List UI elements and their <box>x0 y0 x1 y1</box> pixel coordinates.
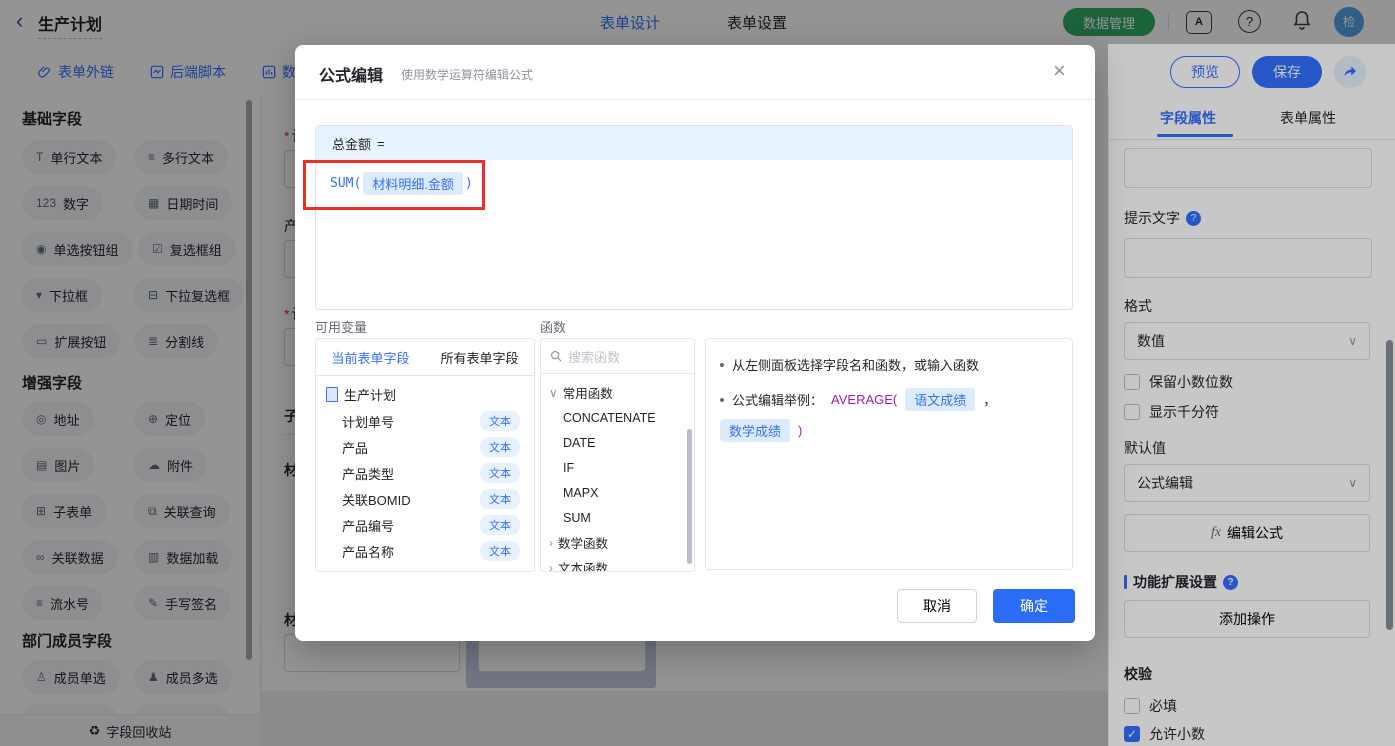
form-doc-icon <box>326 387 338 402</box>
example-close-paren: ) <box>798 423 803 438</box>
type-tag: 文本 <box>480 463 520 483</box>
close-icon[interactable]: × <box>1053 58 1066 84</box>
chevron-right-icon: › <box>549 535 553 550</box>
app-root: ‹ 生产计划 表单设计 表单设置 数据管理 A ? 检 表单外链 后端脚本 数据… <box>0 0 1395 746</box>
tab-current-form-fields[interactable]: 当前表单字段 <box>316 348 425 367</box>
bullet-dot <box>720 397 724 402</box>
function-group-math[interactable]: › 数学函数 <box>541 530 694 555</box>
variable-item[interactable]: 计划单号 文本 <box>316 408 534 434</box>
confirm-button[interactable]: 确定 <box>993 589 1075 623</box>
variable-item[interactable]: 产品名称 文本 <box>316 538 534 564</box>
type-tag: 文本 <box>480 411 520 431</box>
variables-tree-root[interactable]: 生产计划 <box>316 376 534 408</box>
variable-item[interactable]: 产品编号 文本 <box>316 512 534 538</box>
chevron-right-icon: › <box>549 560 553 572</box>
functions-label: 函数 <box>540 320 567 335</box>
variable-item[interactable]: 产品类型 文本 <box>316 460 534 486</box>
example-field-chip: 语文成绩 <box>905 388 976 411</box>
function-group-common[interactable]: ∨ 常用函数 <box>541 380 694 405</box>
equals-sign: = <box>377 135 385 151</box>
formula-target-field: 总金额 <box>332 136 372 152</box>
function-item[interactable]: CONCATENATE <box>541 405 694 430</box>
modal-mask <box>1108 44 1395 746</box>
formula-editor-modal: 公式编辑 使用数学运算符编辑公式 × 总金额 = SUM( 材料明细.金额 ) … <box>295 45 1095 641</box>
modal-mask <box>0 0 1395 44</box>
type-tag: 文本 <box>480 541 520 561</box>
functions-panel: 搜索函数 ∨ 常用函数 CONCATENATE DATE IF MAPX SUM… <box>540 338 695 572</box>
function-item[interactable]: MAPX <box>541 480 694 505</box>
tab-all-form-fields[interactable]: 所有表单字段 <box>425 348 534 367</box>
function-group-text[interactable]: › 文本函数 <box>541 555 694 572</box>
variable-item[interactable]: 产品 文本 <box>316 434 534 460</box>
type-tag: 文本 <box>480 515 520 535</box>
chevron-down-icon: ∨ <box>549 385 558 400</box>
formula-target-bar: 总金额 = <box>316 126 1072 160</box>
function-item[interactable]: SUM <box>541 505 694 530</box>
cancel-button[interactable]: 取消 <box>897 589 977 623</box>
modal-title: 公式编辑 <box>319 68 384 85</box>
example-field-chip: 数学成绩 <box>720 419 791 442</box>
search-icon <box>550 350 562 362</box>
function-search-input[interactable]: 搜索函数 <box>541 339 694 374</box>
formula-help-panel: 从左侧面板选择字段名和函数，或输入函数 公式编辑举例： AVERAGE( 语文成… <box>705 338 1073 570</box>
variable-item[interactable]: 关联BOMID 文本 <box>316 486 534 512</box>
type-tag: 文本 <box>480 489 520 509</box>
annotation-red-box <box>303 160 485 210</box>
search-placeholder: 搜索函数 <box>568 349 621 365</box>
help-bullet-1: 从左侧面板选择字段名和函数，或输入函数 <box>720 355 1058 374</box>
variables-panel: 当前表单字段 所有表单字段 生产计划 计划单号 文本 产品 文本 产品类型 文本 关联… <box>315 338 535 572</box>
variables-tabs: 当前表单字段 所有表单字段 <box>316 339 534 376</box>
help-bullet-2: 公式编辑举例： AVERAGE( 语文成绩 ， 数学成绩 ) <box>720 388 1058 442</box>
formula-editor-box[interactable]: 总金额 = SUM( 材料明细.金额 ) <box>315 125 1073 310</box>
type-tag: 文本 <box>480 437 520 457</box>
modal-header-divider <box>295 99 1095 100</box>
variables-label: 可用变量 <box>315 320 368 335</box>
bullet-dot <box>720 362 724 367</box>
modal-subtitle: 使用数学运算符编辑公式 <box>401 68 534 82</box>
function-item[interactable]: DATE <box>541 430 694 455</box>
example-function-name: AVERAGE( <box>831 392 898 407</box>
function-item[interactable]: IF <box>541 455 694 480</box>
functions-scrollbar[interactable] <box>687 429 692 564</box>
